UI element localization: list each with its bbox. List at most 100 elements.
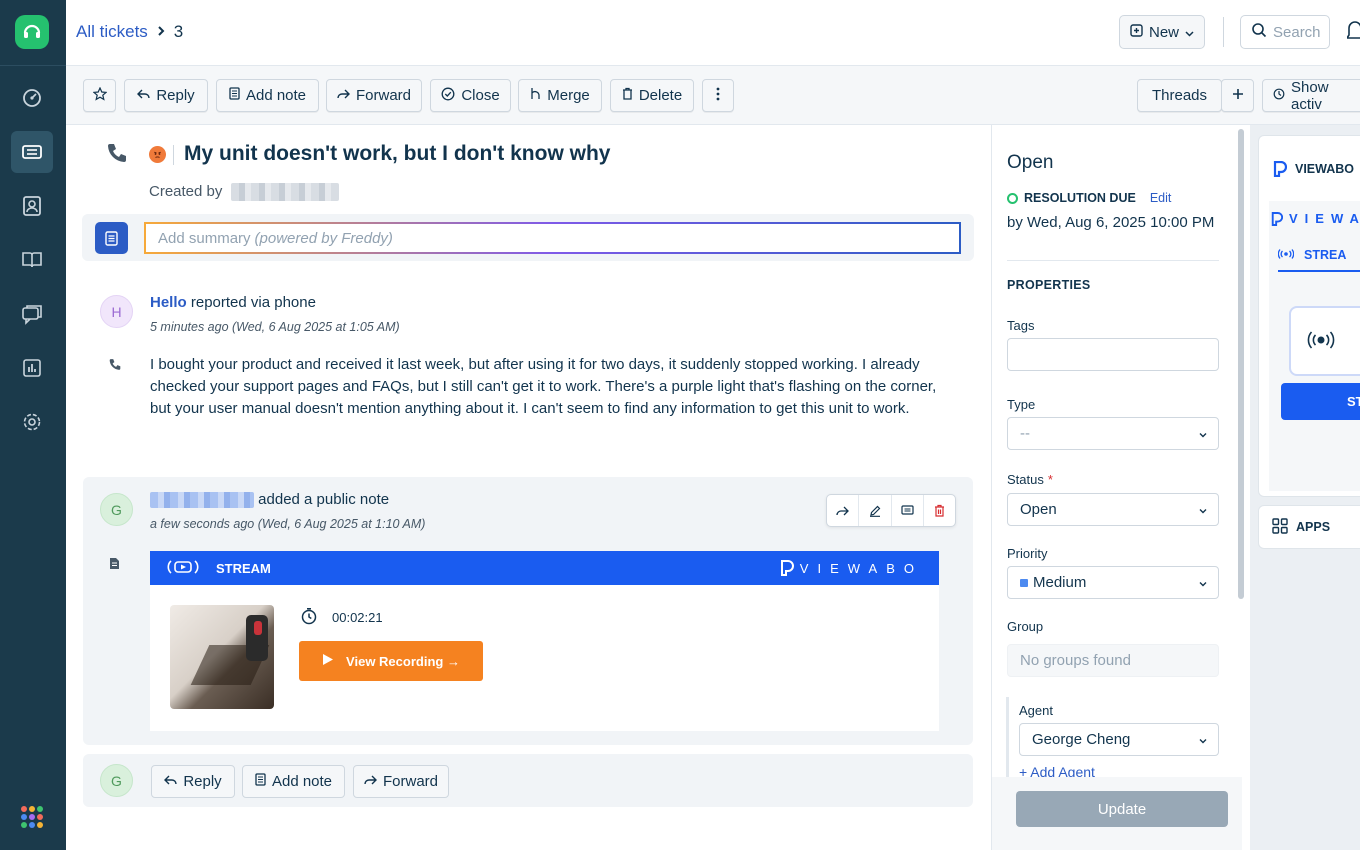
viewabo-logo-icon bbox=[1271, 211, 1283, 226]
note-comment-icon[interactable] bbox=[892, 495, 924, 526]
priority-value: Medium bbox=[1033, 574, 1087, 591]
stream-broadcast-icon bbox=[166, 559, 200, 578]
forward-arrow-icon bbox=[337, 87, 350, 104]
apps-grid-icon bbox=[1272, 517, 1288, 537]
group-label: Group bbox=[1007, 619, 1044, 634]
message-sender[interactable]: Hello bbox=[150, 294, 187, 311]
group-value: No groups found bbox=[1020, 652, 1131, 669]
tickets-icon[interactable] bbox=[11, 131, 53, 173]
note-time: a few seconds ago (Wed, 6 Aug 2025 at 1:… bbox=[150, 517, 426, 531]
note-author-avatar: G bbox=[100, 493, 133, 526]
dashboard-icon[interactable] bbox=[11, 77, 53, 119]
search-button[interactable]: Search bbox=[1240, 15, 1330, 49]
stream-option-card[interactable] bbox=[1289, 306, 1360, 376]
more-options-button[interactable] bbox=[702, 79, 734, 112]
discussions-icon[interactable] bbox=[11, 293, 53, 335]
contacts-icon[interactable] bbox=[11, 185, 53, 227]
reply-arrow-icon bbox=[164, 773, 178, 790]
note-delete-icon[interactable] bbox=[924, 495, 955, 526]
knowledge-base-icon[interactable] bbox=[11, 239, 53, 281]
chevron-down-icon bbox=[1198, 503, 1208, 520]
tags-input[interactable] bbox=[1007, 338, 1219, 371]
status-select[interactable]: Open bbox=[1007, 493, 1219, 526]
created-by-label: Created by bbox=[149, 183, 223, 200]
redacted-requester-name bbox=[230, 183, 339, 202]
agent-select[interactable]: George Cheng bbox=[1019, 723, 1219, 756]
delete-button[interactable]: Delete bbox=[610, 79, 694, 112]
type-value: -- bbox=[1020, 425, 1030, 442]
top-header: All tickets 3 New Search bbox=[66, 0, 1360, 66]
breadcrumb-all-tickets[interactable]: All tickets bbox=[76, 22, 148, 42]
stream-tab[interactable]: STREA bbox=[1277, 248, 1360, 272]
note-icon bbox=[255, 773, 266, 790]
note-icon bbox=[229, 87, 240, 104]
new-button[interactable]: New bbox=[1119, 15, 1205, 49]
breadcrumb: All tickets 3 bbox=[76, 22, 183, 42]
edit-due-link[interactable]: Edit bbox=[1150, 191, 1172, 205]
viewabo-brand-text: VIEWABO bbox=[799, 560, 923, 576]
priority-select[interactable]: Medium bbox=[1007, 566, 1219, 599]
nav-divider bbox=[0, 65, 66, 66]
forward-button-label: Forward bbox=[356, 87, 412, 104]
ticket-main: My unit doesn't work, but I don't know w… bbox=[66, 125, 991, 850]
plus-icon bbox=[1232, 87, 1244, 104]
show-activities-button[interactable]: Show activ bbox=[1262, 78, 1360, 113]
note-edit-icon[interactable] bbox=[859, 495, 892, 526]
update-button[interactable]: Update bbox=[1016, 791, 1228, 827]
threads-button[interactable]: Threads bbox=[1137, 79, 1222, 112]
bottom-forward-button[interactable]: Forward bbox=[353, 765, 449, 798]
note-forward-icon[interactable] bbox=[827, 495, 860, 526]
apps-button[interactable]: APPS bbox=[1258, 505, 1360, 549]
note-action-text: added a public note bbox=[258, 491, 390, 508]
reply-button[interactable]: Reply bbox=[124, 79, 208, 112]
trash-icon bbox=[622, 87, 633, 104]
add-thread-button[interactable] bbox=[1221, 79, 1254, 112]
timer-icon bbox=[300, 607, 318, 628]
close-button[interactable]: Close bbox=[430, 79, 511, 112]
viewabo-app-title[interactable]: VIEWABO bbox=[1273, 161, 1354, 177]
type-select[interactable]: -- bbox=[1007, 417, 1219, 450]
created-by: Created by bbox=[149, 183, 339, 202]
recording-thumbnail[interactable] bbox=[170, 605, 274, 709]
viewabo-app-card: VIEWABO VIEWA STREA STA bbox=[1258, 135, 1360, 497]
requester-avatar: H bbox=[100, 295, 133, 328]
add-note-button[interactable]: Add note bbox=[216, 79, 319, 112]
resolution-due-date: by Wed, Aug 6, 2025 10:00 PM bbox=[1007, 214, 1215, 231]
phone-channel-icon bbox=[107, 142, 127, 167]
view-recording-button[interactable]: View Recording → bbox=[299, 641, 483, 681]
properties-panel: Open RESOLUTION DUE Edit by Wed, Aug 6, … bbox=[991, 125, 1250, 850]
reply-bar: G Reply Add note Forward bbox=[83, 754, 973, 807]
message-header: Hello reported via phone bbox=[150, 294, 316, 311]
properties-scrollbar[interactable] bbox=[1238, 129, 1244, 599]
bottom-add-note-button[interactable]: Add note bbox=[242, 765, 345, 798]
left-nav bbox=[0, 0, 66, 850]
resolution-due: RESOLUTION DUE Edit bbox=[1007, 191, 1171, 205]
reports-icon[interactable] bbox=[11, 347, 53, 389]
note-header: added a public note bbox=[150, 491, 390, 509]
more-vertical-icon bbox=[716, 87, 720, 105]
viewabo-app-body: VIEWA STREA STA bbox=[1269, 201, 1360, 491]
tags-label: Tags bbox=[1007, 318, 1035, 333]
helpdesk-logo-icon[interactable] bbox=[15, 15, 49, 49]
app-switcher-grid-icon[interactable] bbox=[21, 806, 43, 828]
forward-button[interactable]: Forward bbox=[326, 79, 422, 112]
apps-button-label: APPS bbox=[1296, 520, 1331, 534]
merge-button[interactable]: Merge bbox=[518, 79, 602, 112]
summary-placeholder: Add summary bbox=[158, 229, 251, 247]
settings-gear-icon[interactable] bbox=[11, 401, 53, 443]
message-channel-text: reported via phone bbox=[190, 294, 316, 311]
start-stream-button[interactable]: STA bbox=[1281, 383, 1360, 420]
star-button[interactable] bbox=[83, 79, 116, 112]
ticket-status-title: Open bbox=[1007, 152, 1054, 173]
viewabo-logo-icon bbox=[1273, 161, 1287, 177]
recording-duration: 00:02:21 bbox=[300, 607, 383, 628]
update-footer: Update bbox=[992, 777, 1242, 850]
bottom-reply-button[interactable]: Reply bbox=[151, 765, 235, 798]
broadcast-icon bbox=[1277, 248, 1295, 262]
broadcast-large-icon bbox=[1307, 330, 1335, 352]
add-summary-input[interactable]: Add summary (powered by Freddy) bbox=[144, 222, 961, 254]
notification-bell-icon[interactable] bbox=[1345, 20, 1360, 47]
reply-button-label: Reply bbox=[156, 87, 195, 104]
show-activities-label: Show activ bbox=[1291, 78, 1329, 113]
forward-arrow-icon bbox=[364, 773, 377, 790]
